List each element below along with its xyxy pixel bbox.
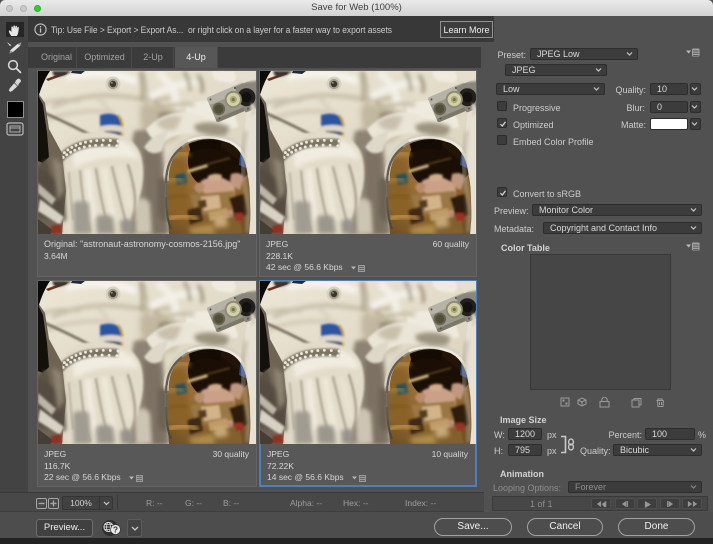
svg-text:?: ? — [113, 525, 118, 535]
